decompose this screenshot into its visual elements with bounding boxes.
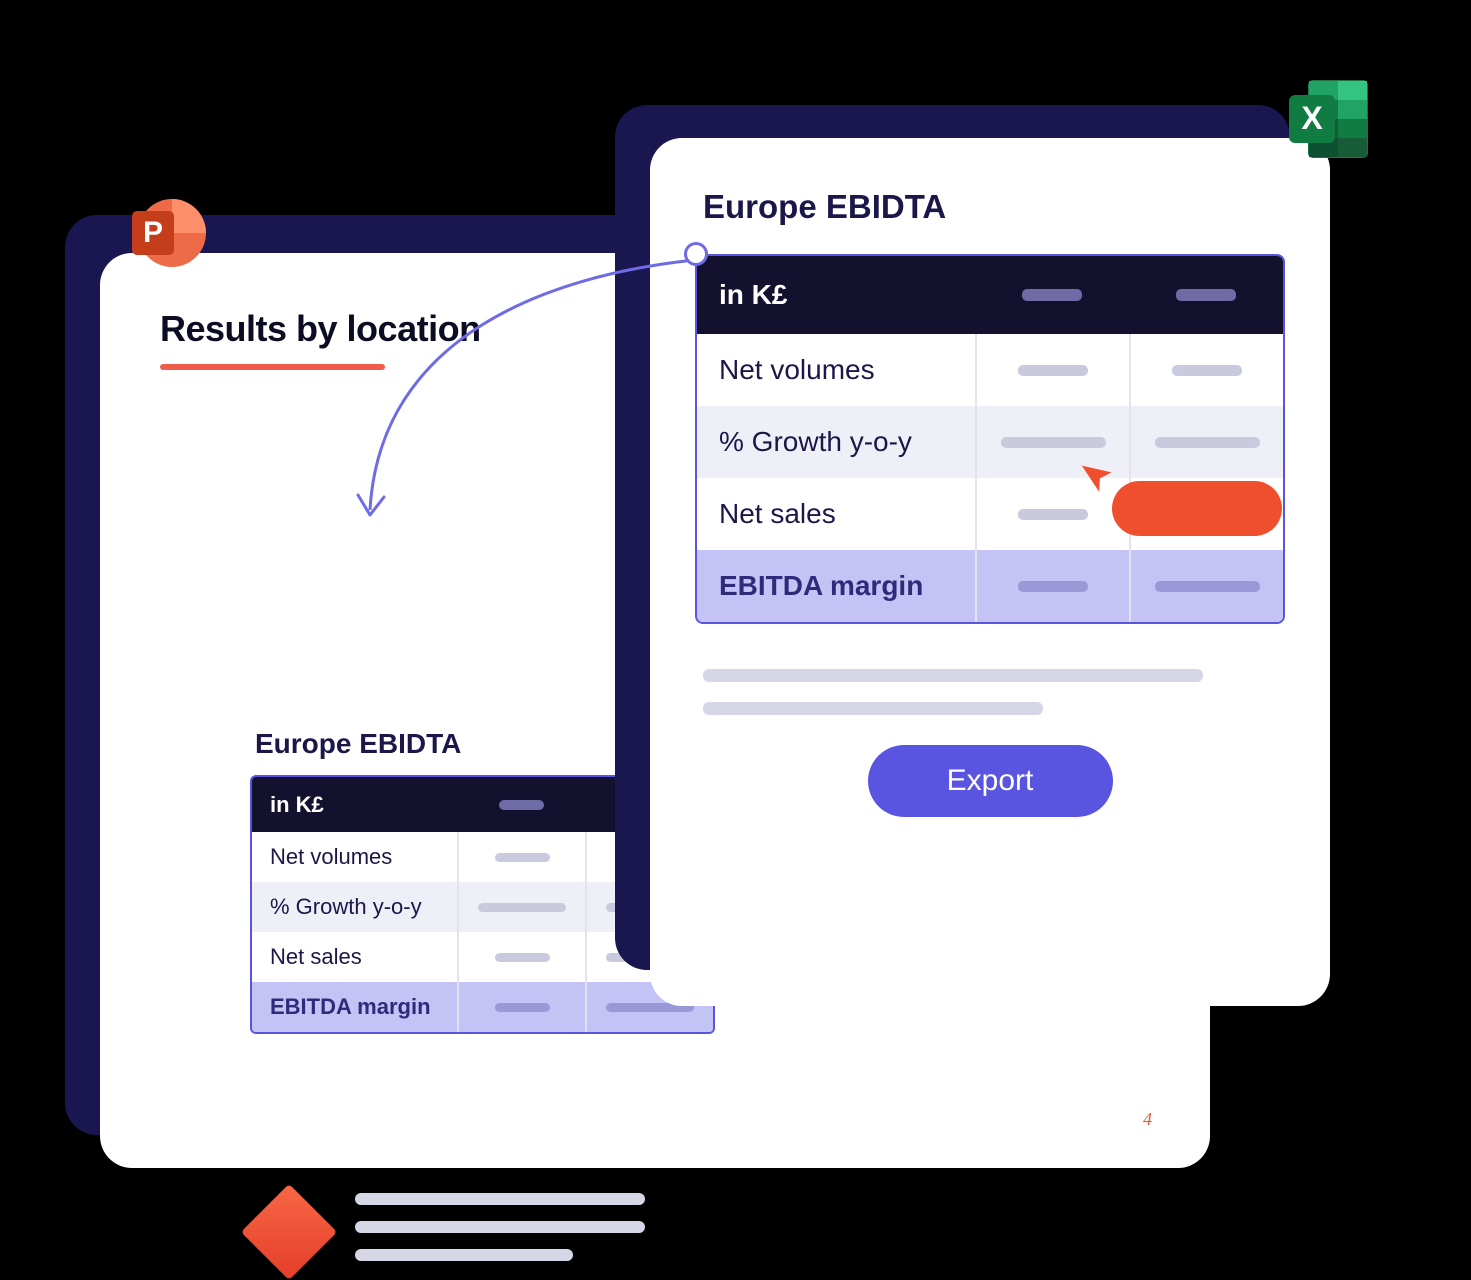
- table-row[interactable]: % Growth y-o-y: [697, 406, 1283, 478]
- svg-text:P: P: [143, 216, 163, 249]
- pp-header-label: in K£: [252, 792, 457, 818]
- xl-cell[interactable]: [1129, 334, 1283, 406]
- pp-paragraph-placeholder: [355, 1193, 645, 1277]
- xl-cell[interactable]: [975, 334, 1129, 406]
- title-underline: [160, 364, 385, 370]
- xl-paragraph-placeholder: [703, 669, 1285, 715]
- xl-cell[interactable]: [1129, 550, 1283, 622]
- export-button[interactable]: Export: [868, 745, 1113, 817]
- xl-cell[interactable]: [1129, 406, 1283, 478]
- xl-header-col2: [1129, 256, 1283, 334]
- xl-header-col1: [975, 256, 1129, 334]
- pp-cell: [457, 882, 585, 932]
- diamond-icon: [241, 1184, 337, 1280]
- pp-cell: [457, 832, 585, 882]
- pp-row-label: Net volumes: [252, 844, 457, 870]
- pp-row-label: EBITDA margin: [252, 994, 457, 1020]
- table-row[interactable]: EBITDA margin: [697, 550, 1283, 622]
- page-number: 4: [1143, 1109, 1152, 1130]
- svg-text:X: X: [1301, 100, 1323, 136]
- connector-origin-dot: [684, 242, 708, 266]
- xl-row-label: Net volumes: [697, 354, 975, 386]
- xl-section-title: Europe EBIDTA: [703, 188, 1285, 226]
- table-row: EBITDA margin: [252, 982, 713, 1032]
- xl-cell[interactable]: [975, 550, 1129, 622]
- xl-header-label: in K£: [697, 279, 975, 311]
- pp-cell: [457, 982, 585, 1032]
- pp-row-label: % Growth y-o-y: [252, 894, 457, 920]
- xl-data-table[interactable]: in K£ Net volumes % Growth y-o-y Net sal…: [695, 254, 1285, 624]
- selection-highlight: [1112, 481, 1282, 536]
- xl-table-header: in K£: [697, 256, 1283, 334]
- pp-header-col1: [457, 777, 585, 832]
- xl-row-label: EBITDA margin: [697, 570, 975, 602]
- xl-row-label: Net sales: [697, 498, 975, 530]
- pp-row-label: Net sales: [252, 944, 457, 970]
- pp-cell: [457, 932, 585, 982]
- xl-row-label: % Growth y-o-y: [697, 426, 975, 458]
- table-row[interactable]: Net volumes: [697, 334, 1283, 406]
- powerpoint-icon: P: [130, 195, 206, 271]
- excel-icon: X: [1285, 75, 1373, 163]
- pp-section-title: Europe EBIDTA: [255, 728, 461, 760]
- excel-card: Europe EBIDTA in K£ Net volumes % Growth…: [650, 138, 1330, 1006]
